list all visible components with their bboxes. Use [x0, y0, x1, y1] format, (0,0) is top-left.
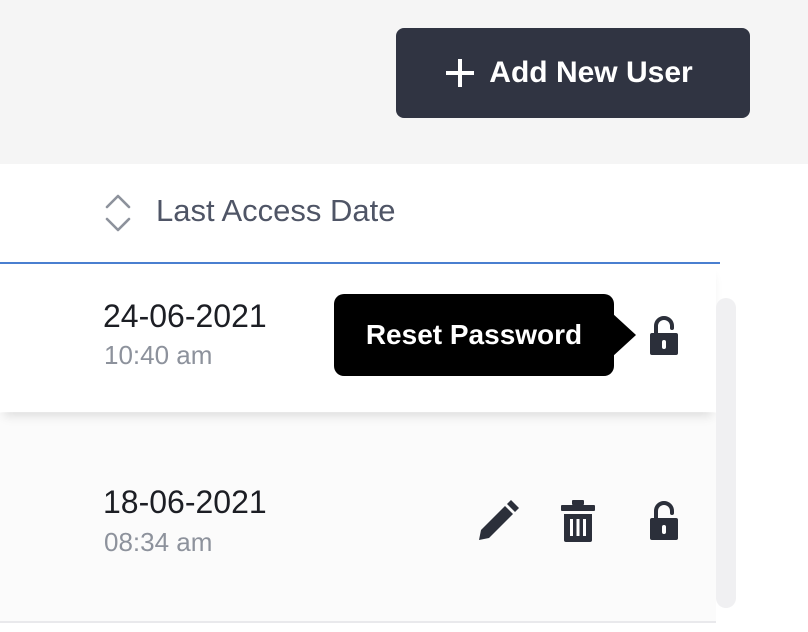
tooltip-text: Reset Password — [365, 319, 583, 350]
reset-password-icon[interactable] — [642, 499, 686, 543]
last-access-time: 08:34 am — [104, 527, 213, 557]
last-access-date: 18-06-2021 — [103, 484, 267, 520]
add-new-user-button[interactable]: Add New User — [396, 28, 750, 118]
add-new-user-label: Add New User — [489, 56, 693, 89]
last-access-date: 24-06-2021 — [103, 298, 267, 334]
column-header-last-access-date[interactable]: Last Access Date — [156, 193, 396, 229]
tooltip-arrow — [612, 313, 636, 357]
plus-icon — [445, 58, 475, 88]
last-access-time: 10:40 am — [104, 340, 213, 370]
sort-icon[interactable] — [104, 193, 132, 233]
edit-pencil-icon[interactable] — [476, 499, 520, 543]
vertical-scrollbar[interactable] — [716, 298, 736, 608]
table-header: Last Access Date — [0, 164, 720, 264]
table-row: 18-06-2021 08:34 am — [0, 413, 716, 623]
reset-password-tooltip: Reset Password — [334, 294, 636, 376]
top-bar: Add New User — [0, 0, 808, 164]
reset-password-icon[interactable] — [642, 314, 686, 358]
delete-trash-icon[interactable] — [556, 499, 600, 543]
